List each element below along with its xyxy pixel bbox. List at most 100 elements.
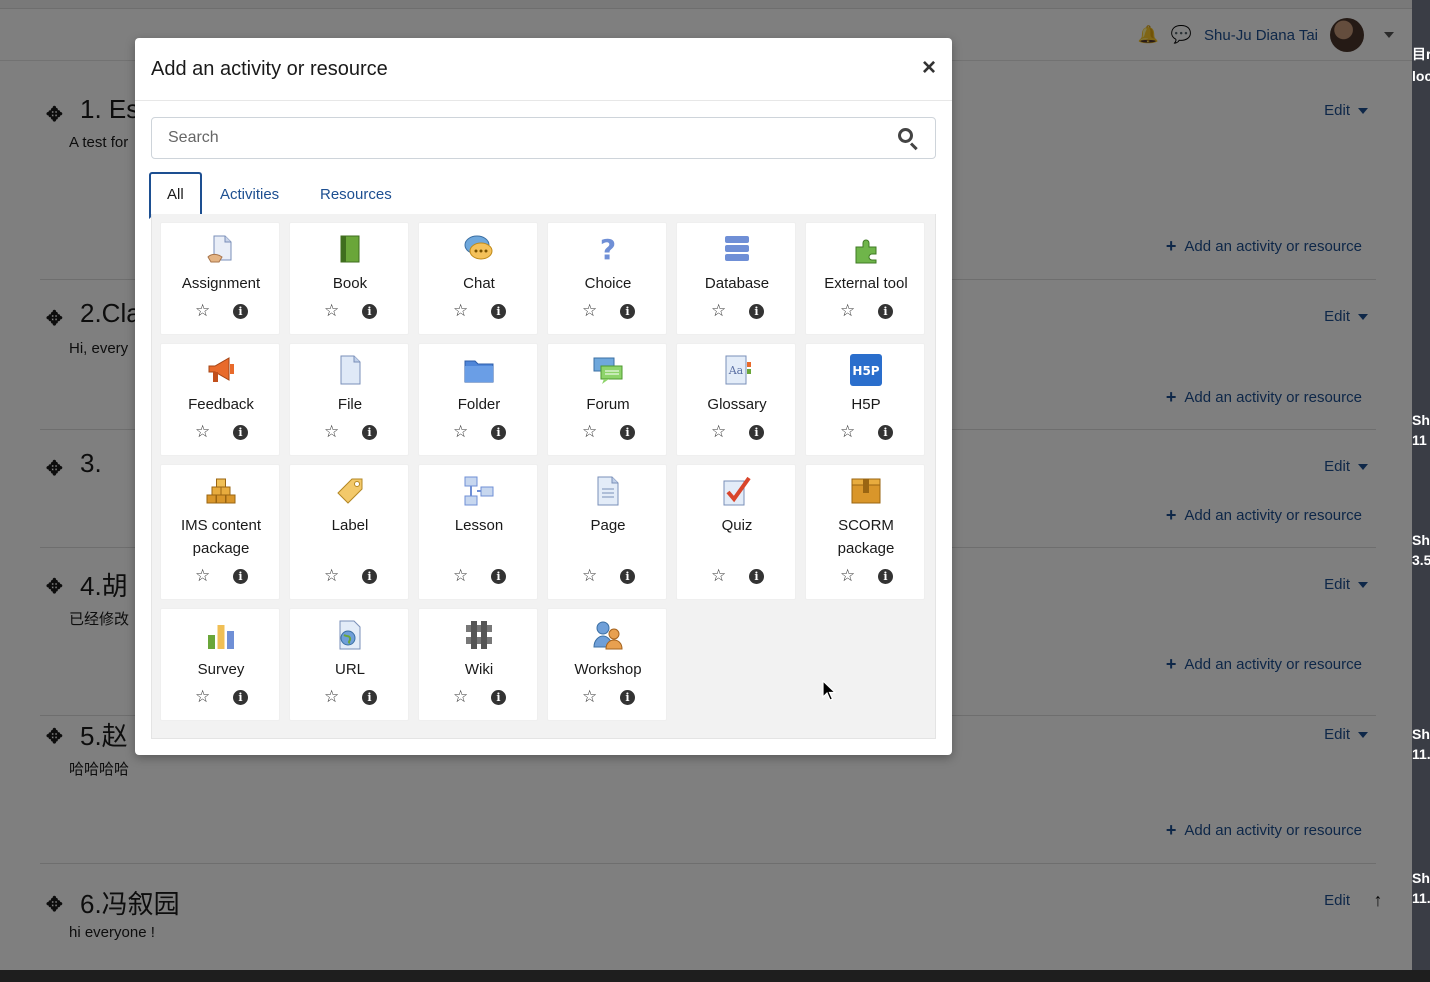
info-icon[interactable]: i [749, 569, 764, 584]
info-icon[interactable]: i [491, 304, 506, 319]
activity-label[interactable]: Database [677, 272, 797, 295]
activity-card[interactable]: Folder ☆ i [418, 343, 538, 456]
activity-card[interactable]: Forum ☆ i [547, 343, 667, 456]
star-icon[interactable]: ☆ [324, 423, 339, 441]
scorm-icon[interactable] [850, 475, 882, 507]
folder-icon[interactable] [463, 354, 495, 386]
activity-label[interactable]: Quiz [677, 514, 797, 537]
activity-label[interactable]: File [290, 393, 410, 416]
survey-icon[interactable] [205, 619, 237, 651]
star-icon[interactable]: ☆ [840, 567, 855, 585]
info-icon[interactable]: i [620, 569, 635, 584]
activity-card[interactable]: ? Choice ☆ i [547, 222, 667, 335]
info-icon[interactable]: i [362, 304, 377, 319]
info-icon[interactable]: i [878, 425, 893, 440]
info-icon[interactable]: i [233, 690, 248, 705]
info-icon[interactable]: i [233, 304, 248, 319]
info-icon[interactable]: i [749, 304, 764, 319]
star-icon[interactable]: ☆ [195, 567, 210, 585]
external-tool-icon[interactable] [850, 233, 882, 265]
activity-label[interactable]: Forum [548, 393, 668, 416]
close-icon[interactable]: × [922, 56, 936, 80]
star-icon[interactable]: ☆ [582, 688, 597, 706]
activity-label[interactable]: Feedback [161, 393, 281, 416]
activity-label[interactable]: H5P [806, 393, 926, 416]
glossary-icon[interactable]: Aa [721, 354, 753, 386]
url-icon[interactable] [334, 619, 366, 651]
activity-label[interactable]: Workshop [548, 658, 668, 681]
info-icon[interactable]: i [233, 425, 248, 440]
activity-card[interactable]: Database ☆ i [676, 222, 796, 335]
h5p-icon[interactable]: H5P [850, 354, 882, 386]
star-icon[interactable]: ☆ [840, 302, 855, 320]
star-icon[interactable]: ☆ [453, 302, 468, 320]
activity-card[interactable]: Quiz ☆ i [676, 464, 796, 600]
activity-card[interactable]: IMS content package ☆ i [160, 464, 280, 600]
star-icon[interactable]: ☆ [195, 423, 210, 441]
activity-card[interactable]: Chat ☆ i [418, 222, 538, 335]
star-icon[interactable]: ☆ [582, 423, 597, 441]
info-icon[interactable]: i [491, 569, 506, 584]
star-icon[interactable]: ☆ [324, 688, 339, 706]
star-icon[interactable]: ☆ [453, 423, 468, 441]
database-icon[interactable] [721, 233, 753, 265]
star-icon[interactable]: ☆ [711, 302, 726, 320]
activity-card[interactable]: Lesson ☆ i [418, 464, 538, 600]
info-icon[interactable]: i [620, 690, 635, 705]
file-icon[interactable] [334, 354, 366, 386]
activity-label[interactable]: Lesson [419, 514, 539, 537]
info-icon[interactable]: i [620, 304, 635, 319]
workshop-icon[interactable] [592, 619, 624, 651]
activity-card[interactable]: Aa Glossary ☆ i [676, 343, 796, 456]
activity-card[interactable]: Feedback ☆ i [160, 343, 280, 456]
tab-resources[interactable]: Resources [304, 172, 408, 218]
activity-label[interactable]: Wiki [419, 658, 539, 681]
star-icon[interactable]: ☆ [324, 302, 339, 320]
activity-card[interactable]: External tool ☆ i [805, 222, 925, 335]
info-icon[interactable]: i [620, 425, 635, 440]
assignment-icon[interactable] [205, 233, 237, 265]
activity-label[interactable]: IMS content package [161, 514, 281, 560]
info-icon[interactable]: i [491, 690, 506, 705]
activity-label[interactable]: URL [290, 658, 410, 681]
star-icon[interactable]: ☆ [711, 567, 726, 585]
activity-card[interactable]: Page ☆ i [547, 464, 667, 600]
wiki-icon[interactable] [463, 619, 495, 651]
info-icon[interactable]: i [362, 425, 377, 440]
star-icon[interactable]: ☆ [453, 567, 468, 585]
info-icon[interactable]: i [233, 569, 248, 584]
ims-package-icon[interactable] [205, 475, 237, 507]
tab-all[interactable]: All [149, 172, 202, 219]
choice-icon[interactable]: ? [592, 233, 624, 266]
forum-icon[interactable] [592, 354, 624, 386]
book-icon[interactable] [334, 233, 366, 265]
star-icon[interactable]: ☆ [195, 688, 210, 706]
star-icon[interactable]: ☆ [195, 302, 210, 320]
star-icon[interactable]: ☆ [840, 423, 855, 441]
info-icon[interactable]: i [491, 425, 506, 440]
chat-icon[interactable] [463, 233, 495, 265]
tab-activities[interactable]: Activities [204, 172, 295, 218]
activity-card[interactable]: Assignment ☆ i [160, 222, 280, 335]
activity-card[interactable]: File ☆ i [289, 343, 409, 456]
feedback-icon[interactable] [205, 354, 237, 386]
activity-label[interactable]: Book [290, 272, 410, 295]
label-icon[interactable] [334, 475, 366, 507]
activity-card[interactable]: SCORM package ☆ i [805, 464, 925, 600]
activity-label[interactable]: SCORM package [806, 514, 926, 560]
activity-card[interactable]: Label ☆ i [289, 464, 409, 600]
star-icon[interactable]: ☆ [582, 567, 597, 585]
activity-label[interactable]: Page [548, 514, 668, 537]
lesson-icon[interactable] [463, 475, 495, 507]
star-icon[interactable]: ☆ [324, 567, 339, 585]
info-icon[interactable]: i [749, 425, 764, 440]
activity-label[interactable]: Choice [548, 272, 668, 295]
star-icon[interactable]: ☆ [582, 302, 597, 320]
page-icon[interactable] [592, 475, 624, 507]
star-icon[interactable]: ☆ [711, 423, 726, 441]
activity-label[interactable]: Label [290, 514, 410, 537]
activity-label[interactable]: Survey [161, 658, 281, 681]
activity-label[interactable]: Glossary [677, 393, 797, 416]
activity-card[interactable]: Wiki ☆ i [418, 608, 538, 721]
activity-label[interactable]: Chat [419, 272, 539, 295]
